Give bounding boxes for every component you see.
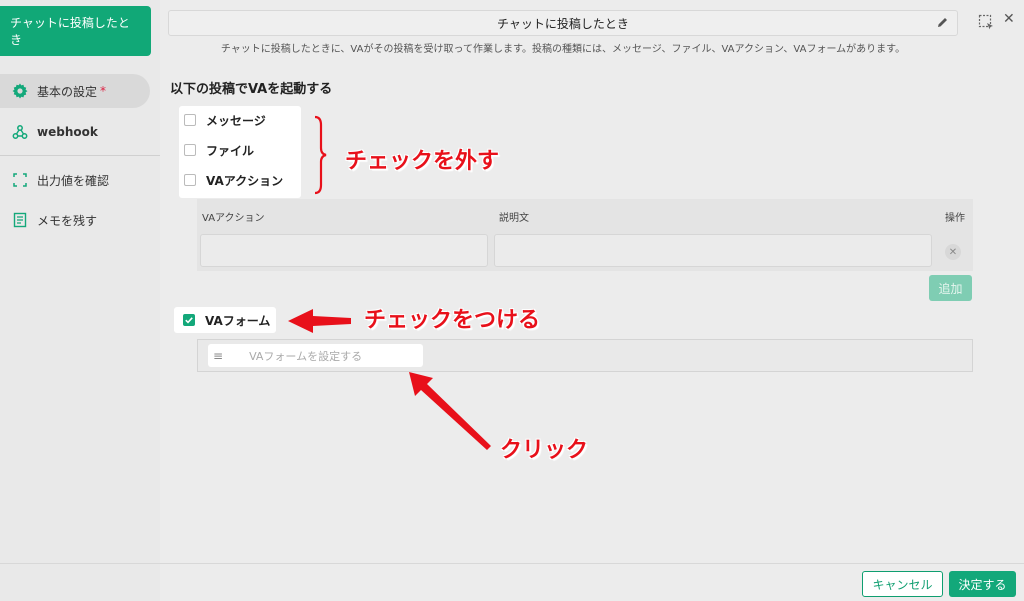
checkbox-box[interactable]: [184, 114, 196, 126]
checkbox-label: メッセージ: [206, 113, 266, 128]
annotation-click: クリック: [500, 438, 589, 463]
va-action-input[interactable]: [200, 234, 488, 267]
trigger-checkbox-group: メッセージ ファイル VAアクション: [179, 106, 301, 198]
sidebar-item-label: 出力値を確認: [37, 173, 110, 188]
checkbox-box[interactable]: [184, 144, 196, 156]
sidebar-item-label: 基本の設定: [37, 84, 98, 99]
page-title: チャットに投稿したとき: [497, 16, 629, 31]
section-title: 以下の投稿でVAを起動する: [170, 82, 333, 97]
arrow-left-annotation: [288, 309, 351, 333]
column-header: 説明文: [499, 213, 529, 224]
footer-divider: [0, 563, 1024, 564]
selection-icon[interactable]: [978, 14, 994, 30]
close-icon[interactable]: ✕: [1003, 11, 1015, 27]
memo-icon: [11, 211, 29, 229]
annotation-check: チェックをつける: [364, 308, 541, 333]
checkbox-box[interactable]: [183, 314, 195, 326]
bracket-frame-icon: [11, 171, 29, 189]
sidebar: チャットに投稿したとき 基本の設定 * webhook 出力値を確認 メモを残す: [0, 0, 160, 601]
checkbox-box[interactable]: [184, 174, 196, 186]
sidebar-item-label: メモを残す: [37, 213, 98, 228]
checkbox-va-action[interactable]: VAアクション: [184, 171, 283, 189]
cancel-button[interactable]: キャンセル: [862, 571, 943, 597]
annotation-uncheck: チェックを外す: [345, 149, 500, 174]
column-header: VAアクション: [202, 213, 265, 224]
va-action-table: VAアクション 説明文 操作: [197, 199, 973, 271]
gear-icon: [11, 82, 29, 100]
sidebar-divider: [0, 155, 160, 156]
trigger-title-field[interactable]: チャットに投稿したとき: [168, 10, 958, 36]
required-mark: *: [100, 84, 107, 98]
sidebar-item-basic-settings[interactable]: 基本の設定 *: [0, 74, 150, 108]
add-button[interactable]: 追加: [929, 275, 972, 301]
menu-icon: ≡: [213, 348, 224, 363]
checkbox-label: ファイル: [206, 143, 255, 158]
description-input[interactable]: [494, 234, 932, 267]
sidebar-item-memo[interactable]: メモを残す: [0, 203, 150, 237]
bracket-annotation: [314, 115, 327, 195]
sidebar-item-webhook[interactable]: webhook: [0, 115, 150, 149]
checkbox-file[interactable]: ファイル: [184, 141, 254, 159]
arrow-up-annotation: [409, 372, 491, 450]
pencil-icon[interactable]: [936, 16, 949, 29]
checkbox-label: VAアクション: [206, 173, 284, 188]
confirm-button[interactable]: 決定する: [949, 571, 1016, 597]
column-header: 操作: [945, 213, 965, 224]
webhook-icon: [11, 123, 29, 141]
va-form-selector[interactable]: ≡ VAフォームを設定する: [208, 344, 423, 367]
sidebar-item-output[interactable]: 出力値を確認: [0, 163, 150, 197]
va-form-placeholder: VAフォームを設定する: [249, 349, 363, 363]
checkbox-message[interactable]: メッセージ: [184, 111, 266, 129]
delete-row-icon[interactable]: ✕: [945, 244, 961, 260]
sidebar-title: チャットに投稿したとき: [0, 6, 151, 56]
checkbox-va-form[interactable]: VAフォーム: [174, 307, 276, 333]
sidebar-item-label: webhook: [37, 125, 98, 139]
check-icon: [185, 317, 193, 324]
checkbox-label: VAフォーム: [205, 313, 271, 328]
description-text: チャットに投稿したときに、VAがその投稿を受け取って作業します。投稿の種類には、…: [220, 44, 906, 55]
